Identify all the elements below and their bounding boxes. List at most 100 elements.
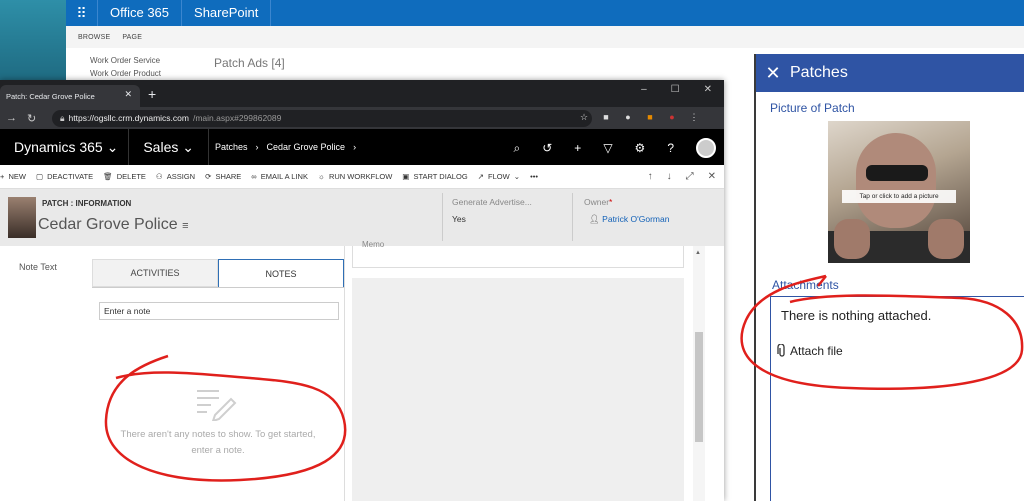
cmd-share[interactable]: ⟳ SHARE [205,172,241,181]
maximize-icon[interactable]: ☐ [671,84,680,95]
memo-field[interactable]: ▲▼ [352,246,684,268]
scroll-up-icon[interactable]: ▲ [695,250,701,256]
notes-empty-icon [197,390,237,421]
form-body: Note Text ACTIVITIES NOTES Enter a note … [0,240,724,501]
history-icon[interactable]: ↺ [542,141,552,155]
generate-advertise-value[interactable]: Yes [452,214,466,224]
scroll-thumb[interactable] [695,332,703,442]
add-picture-hint[interactable]: Tap or click to add a picture [842,190,956,203]
sharepoint-quick-launch: Work Order Service Work Order Product [90,54,161,80]
content-placeholder [352,278,684,501]
user-icon: 👤︎ [589,214,600,224]
attach-file-button[interactable]: Attach file [776,344,843,358]
note-text-label: Note Text [19,262,57,272]
tab-close-icon[interactable]: ✕ [124,89,132,100]
arrow-down-icon[interactable]: ↓ [667,171,672,182]
photo-fist [834,219,870,259]
window-close-icon[interactable]: ✕ [704,84,712,95]
cmd-start-dialog[interactable]: ▣ START DIALOG [402,172,467,181]
paperclip-icon [777,344,785,357]
extension-icons: ☆ ■ ● ■ ● ⋮ [578,111,700,123]
filter-icon[interactable]: ▽ [603,141,612,155]
close-icon[interactable]: ✕ [756,63,790,84]
url-host: https://ogsllc.crm.dynamics.com [68,113,189,123]
reload-icon[interactable]: ↻ [27,112,36,125]
extension-icon[interactable]: ■ [600,111,612,123]
sales-area-menu[interactable]: Sales ⌄ [129,129,209,165]
expand-icon[interactable]: ⤢ [686,171,694,182]
sharepoint-ribbon: BROWSE PAGE [66,26,1024,48]
attachments-label: Attachments [772,278,839,292]
cmd-deactivate[interactable]: ▢ DEACTIVATE [36,172,93,181]
patches-header: ✕ Patches [756,54,1024,92]
record-name: Cedar Grove Police ≡ [38,216,189,234]
close-record-icon[interactable]: ✕ [708,171,716,182]
url-field[interactable]: 🔒︎ https://ogsllc.crm.dynamics.com/main.… [52,109,592,127]
tab-notes[interactable]: NOTES [218,259,344,287]
crumb-record[interactable]: Cedar Grove Police [267,142,346,152]
dynamics-app-menu[interactable]: Dynamics 365 ⌄ [0,129,130,165]
sp-nav-item[interactable]: Work Order Product [90,67,161,80]
menu-icon[interactable]: ⋮ [688,111,700,123]
chevron-right-icon: › [353,142,357,152]
cmd-label: SHARE [215,172,242,181]
cmd-label: DELETE [116,172,146,181]
cmd-assign[interactable]: ⚇ ASSIGN [156,172,195,181]
area-title: Sales [143,139,179,155]
crumb-patches[interactable]: Patches [215,142,248,152]
cmd-label: RUN WORKFLOW [328,172,393,181]
owner-value[interactable]: 👤︎ Patrick O'Gorman [589,214,669,225]
cmd-flow[interactable]: ↗ FLOW ⌄ [478,172,520,181]
cmd-email-link[interactable]: ∞ EMAIL A LINK [251,172,308,181]
cmd-label: ASSIGN [166,172,196,181]
create-icon[interactable]: + [574,141,581,155]
cmd-label: NEW [8,172,26,181]
tab-activities[interactable]: ACTIVITIES [92,259,218,287]
extension-icon[interactable]: ● [666,111,678,123]
owner-label-text: Owner [584,197,610,207]
avatar[interactable] [696,138,716,158]
new-tab-icon[interactable]: + [148,86,156,102]
empty-line-2: enter a note. [191,445,245,456]
empty-line-1: There aren't any notes to show. To get s… [120,429,316,440]
sp-nav-item[interactable]: Work Order Service [90,54,161,67]
cmd-label: FLOW [488,172,510,181]
scrollbar[interactable]: ▲ [693,246,705,501]
cmd-label: EMAIL A LINK [260,172,308,181]
record-image[interactable] [8,197,36,238]
help-icon[interactable]: ? [667,141,674,155]
record-name-text: Cedar Grove Police [38,216,178,233]
star-icon[interactable]: ☆ [578,111,590,123]
attachments-box: There is nothing attached. Attach file [770,296,1024,501]
arrow-up-icon[interactable]: ↑ [648,171,653,182]
list-icon[interactable]: ≡ [182,220,188,232]
patch-picture[interactable]: Tap or click to add a picture [828,121,970,263]
cmd-run-workflow[interactable]: ☼ RUN WORKFLOW [318,172,392,181]
app-launcher-icon[interactable]: ⠿ [66,0,98,26]
minimize-icon[interactable]: – [641,84,647,95]
cmd-more[interactable]: ••• [530,172,538,181]
cmd-label: DEACTIVATE [47,172,94,181]
address-bar-row: → ↻ 🔒︎ https://ogsllc.crm.dynamics.com/m… [0,107,724,129]
note-input[interactable]: Enter a note [99,302,339,320]
office365-link[interactable]: Office 365 [98,0,183,26]
chevron-right-icon: › [255,142,259,152]
ribbon-tab-browse[interactable]: BROWSE [78,34,110,41]
sharepoint-link[interactable]: SharePoint [182,0,272,26]
cmd-new[interactable]: + NEW [0,172,26,181]
browser-window: Patch: Cedar Grove Police ✕ + – ☐ ✕ → ↻ … [0,80,724,501]
search-icon[interactable]: ⌕ [514,141,521,156]
extension-icon[interactable]: ■ [644,111,656,123]
forward-icon[interactable]: → [6,112,17,125]
extension-icon[interactable]: ● [622,111,634,123]
gear-icon[interactable]: ⚙ [635,141,646,155]
command-bar: + NEW ▢ DEACTIVATE 🗑︎ DELETE ⚇ ASSIGN ⟳ … [0,165,724,189]
divider [572,193,573,241]
attach-file-label: Attach file [790,344,843,358]
ribbon-tab-page[interactable]: PAGE [122,34,142,41]
browser-tab[interactable]: Patch: Cedar Grove Police ✕ [0,85,140,107]
column-divider [344,246,345,501]
cmd-delete[interactable]: 🗑︎ DELETE [103,172,146,181]
breadcrumb: Patches › Cedar Grove Police › [209,142,356,152]
photo-glasses [866,165,928,181]
